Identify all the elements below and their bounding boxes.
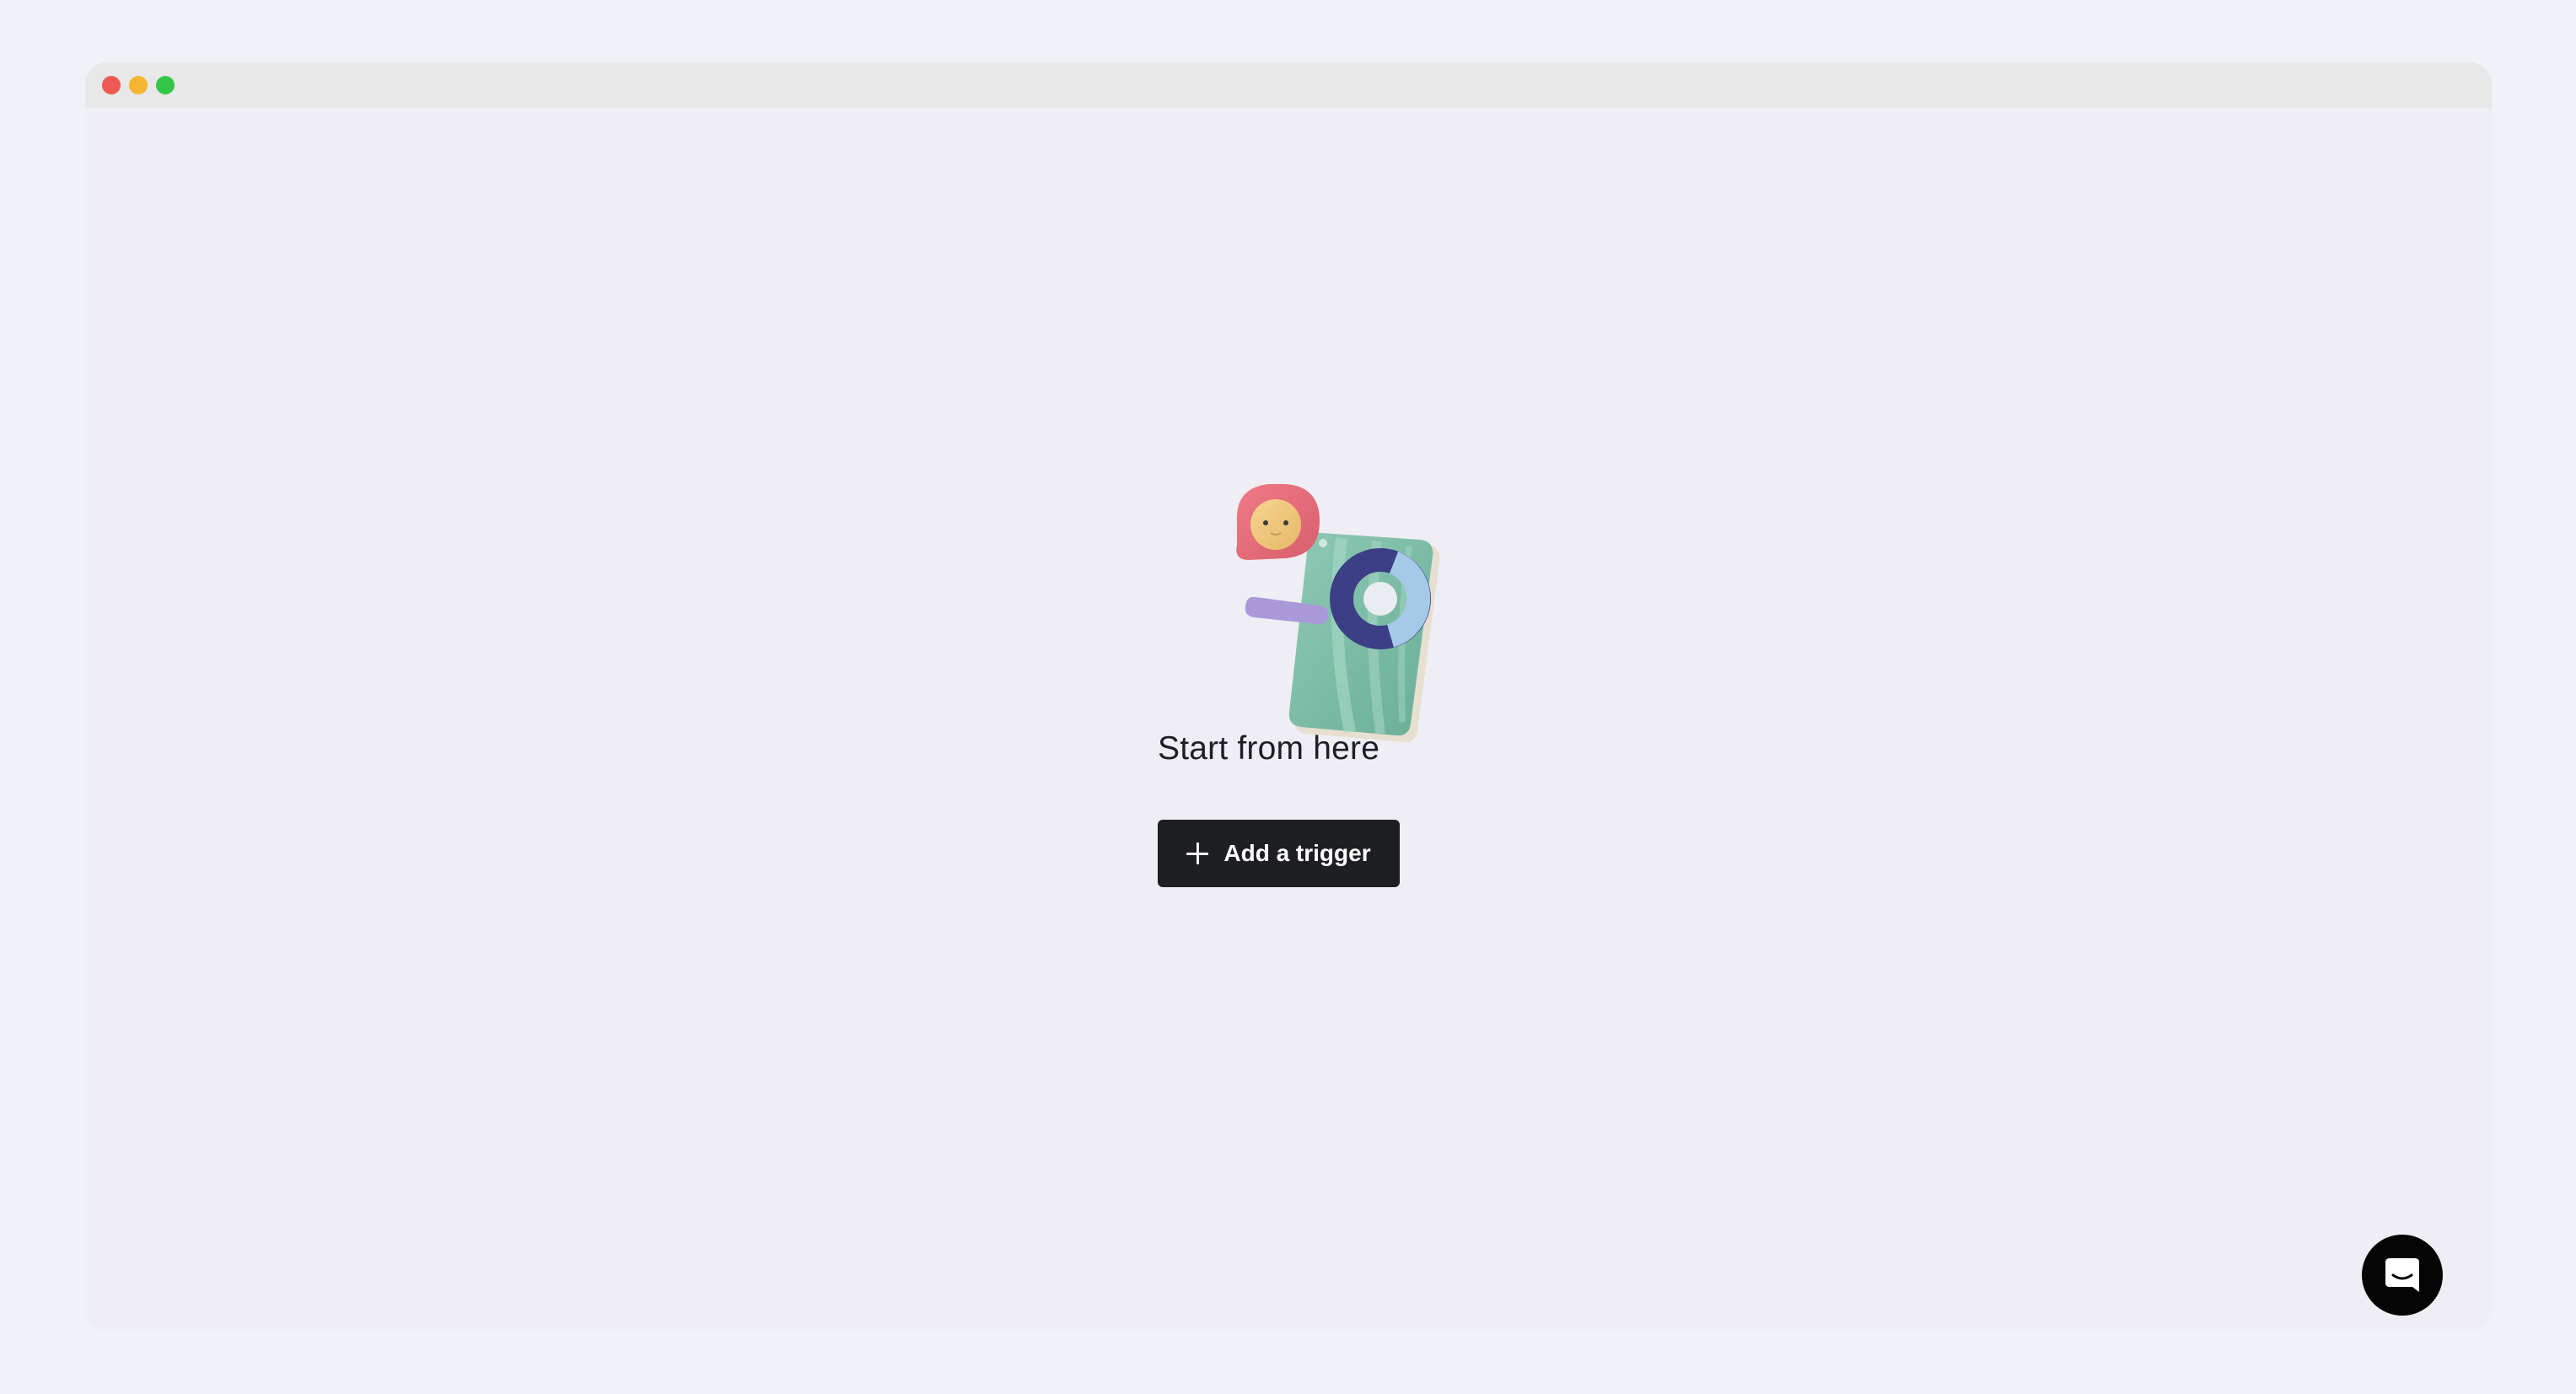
- app-window: Start from here Add a trigger: [85, 62, 2492, 1331]
- empty-state: Start from here Add a trigger: [85, 62, 2492, 1331]
- chat-launcher-button[interactable]: [2362, 1235, 2443, 1316]
- plus-icon: [1186, 842, 1209, 864]
- add-trigger-button[interactable]: Add a trigger: [1158, 820, 1400, 887]
- empty-state-headline: Start from here: [1158, 730, 1380, 767]
- add-trigger-label: Add a trigger: [1223, 840, 1371, 866]
- phone-chat-donut-illustration: [1181, 469, 1468, 772]
- chat-bubble-icon: [2385, 1258, 2419, 1292]
